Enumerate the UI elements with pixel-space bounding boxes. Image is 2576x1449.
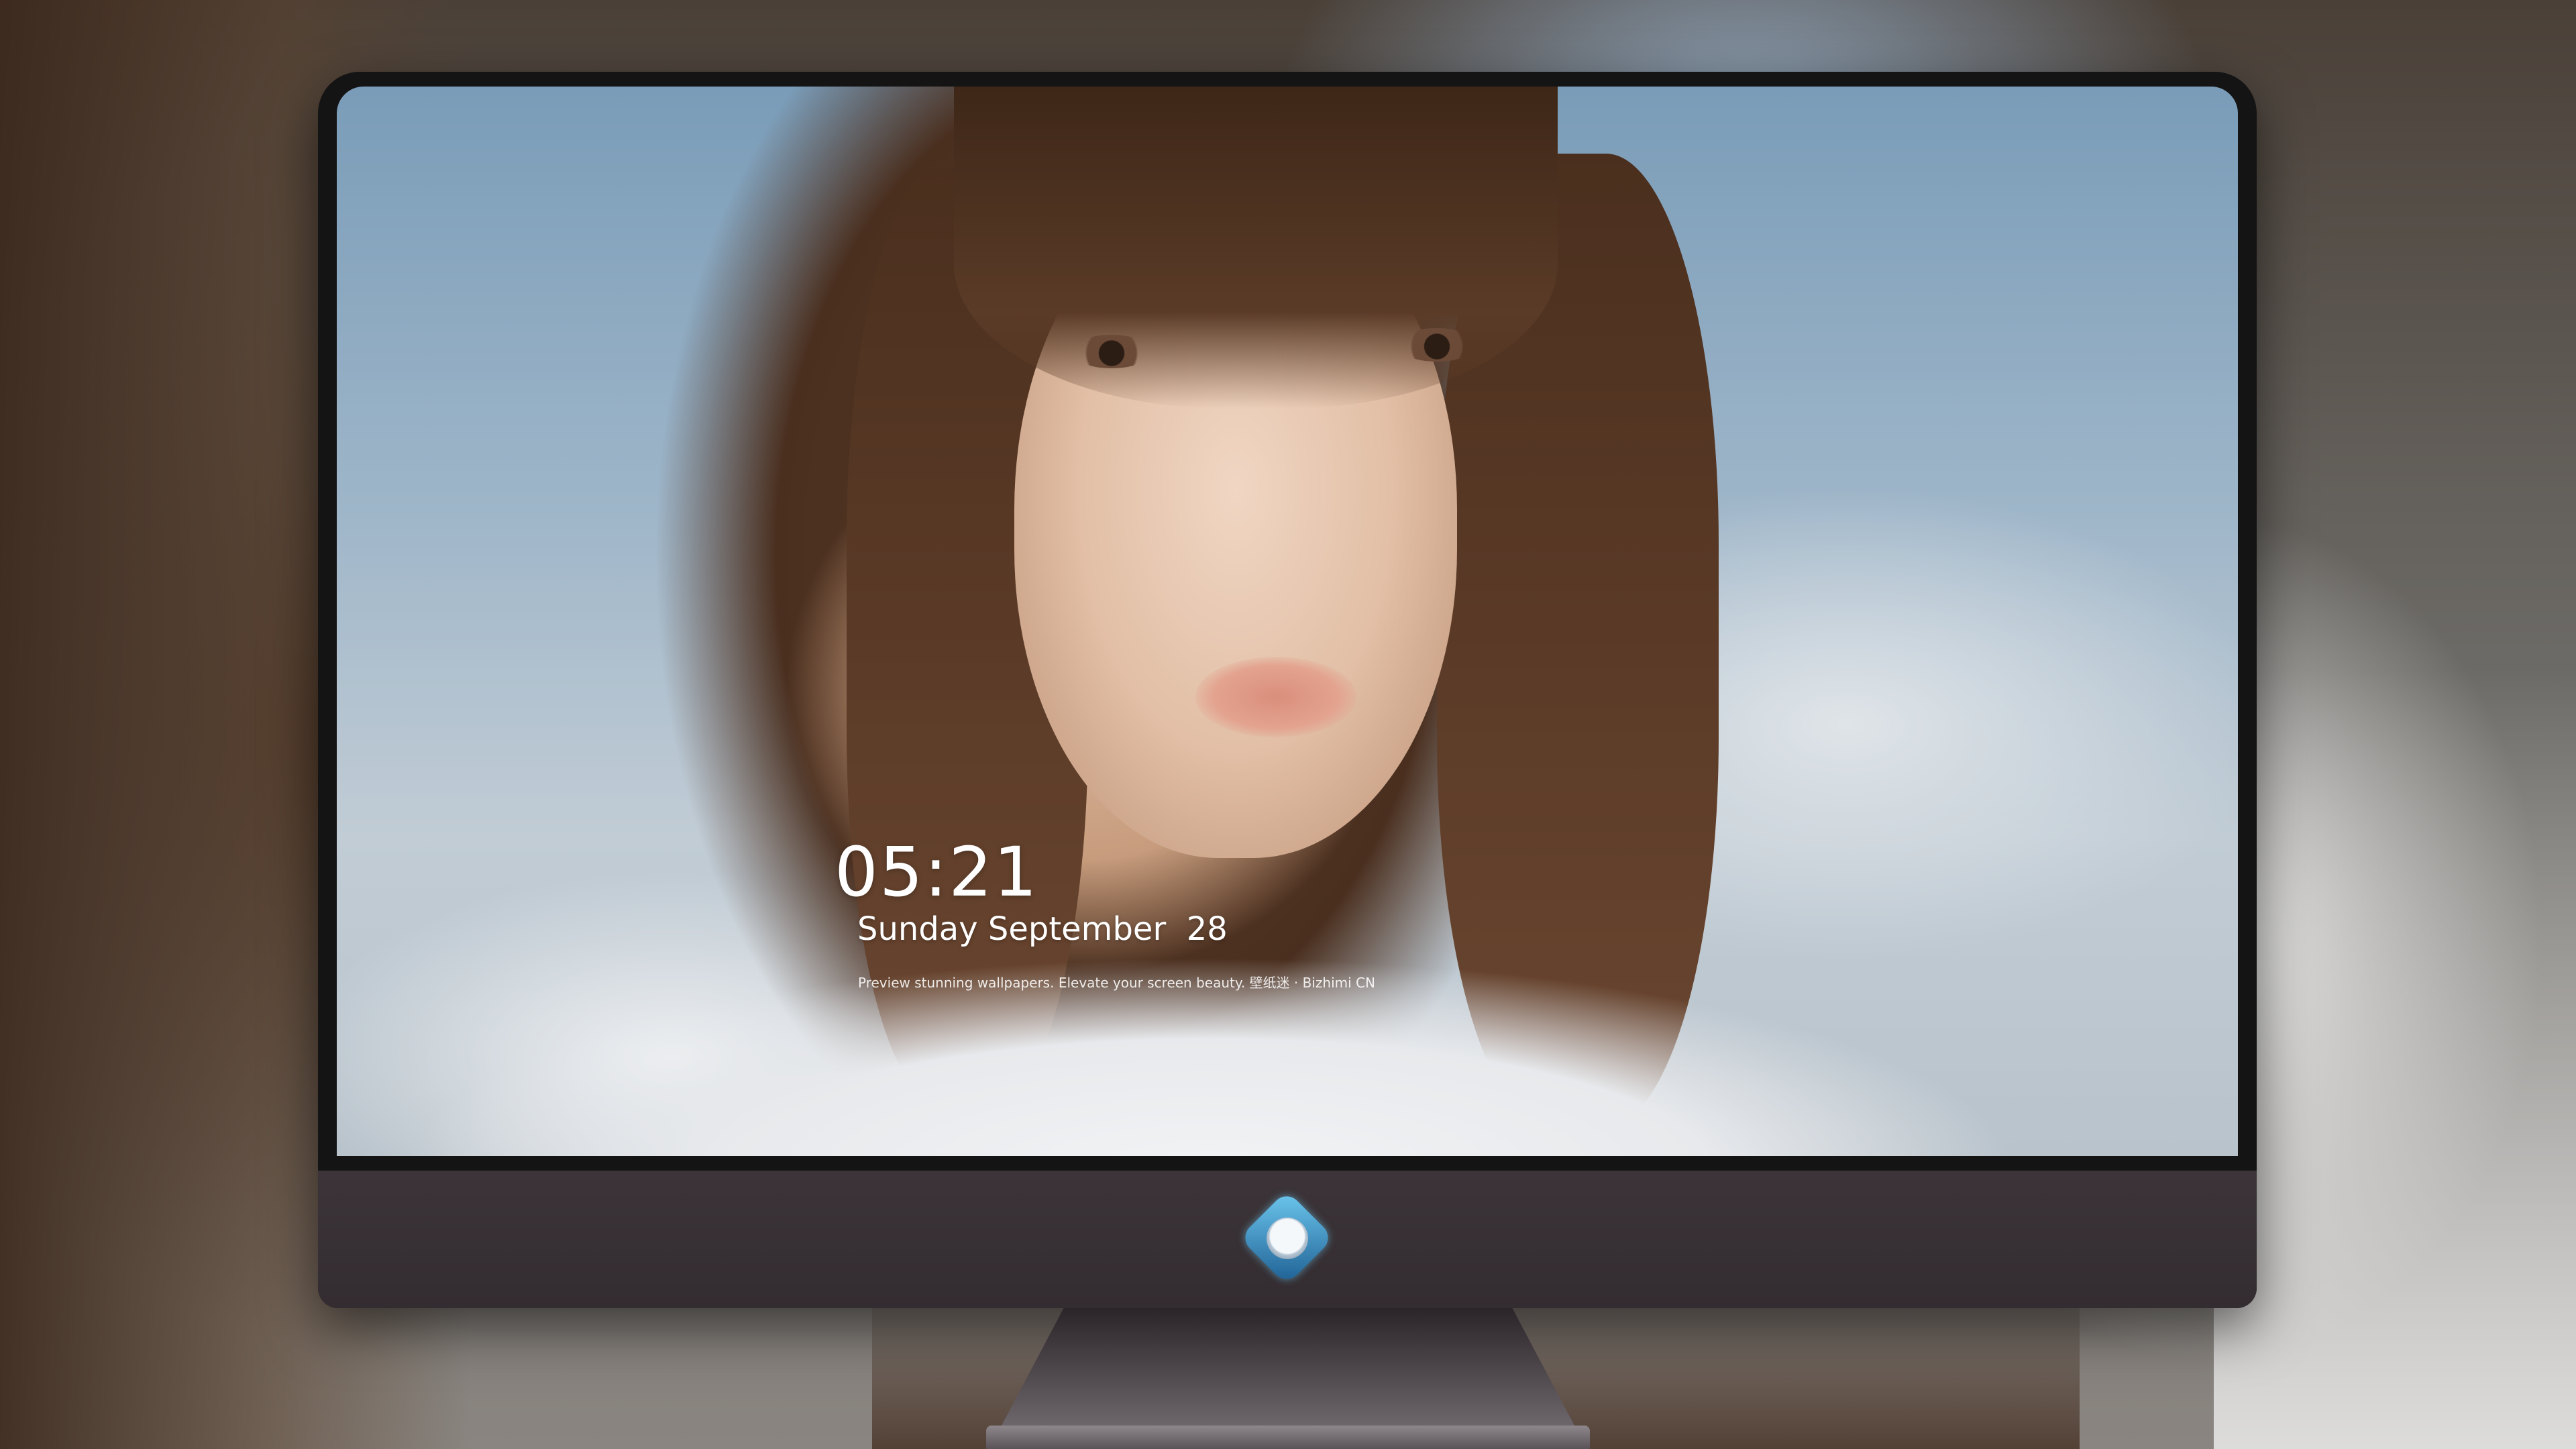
- lock-clock: 05:21: [835, 833, 1038, 912]
- wallpaper-eye-right: [1397, 328, 1477, 362]
- background-blur-right: [2214, 671, 2576, 1449]
- wallpaper-shirt: [337, 892, 2238, 1156]
- monitor: 05:21 Sunday September 28 Preview stunni…: [318, 72, 2257, 1308]
- monitor-stand-foot: [986, 1426, 1590, 1449]
- lock-date: Sunday September 28: [857, 910, 1228, 948]
- lock-screen[interactable]: 05:21 Sunday September 28 Preview stunni…: [337, 87, 2238, 1156]
- logo-mascot-face: [1267, 1218, 1308, 1259]
- lock-tagline: Preview stunning wallpapers. Elevate you…: [858, 975, 1375, 991]
- wallpaper-eye-left: [1071, 335, 1152, 368]
- monitor-chin: [318, 1171, 2257, 1308]
- wallpaper-bangs: [954, 87, 1558, 409]
- wallpaper-lips: [1195, 657, 1356, 737]
